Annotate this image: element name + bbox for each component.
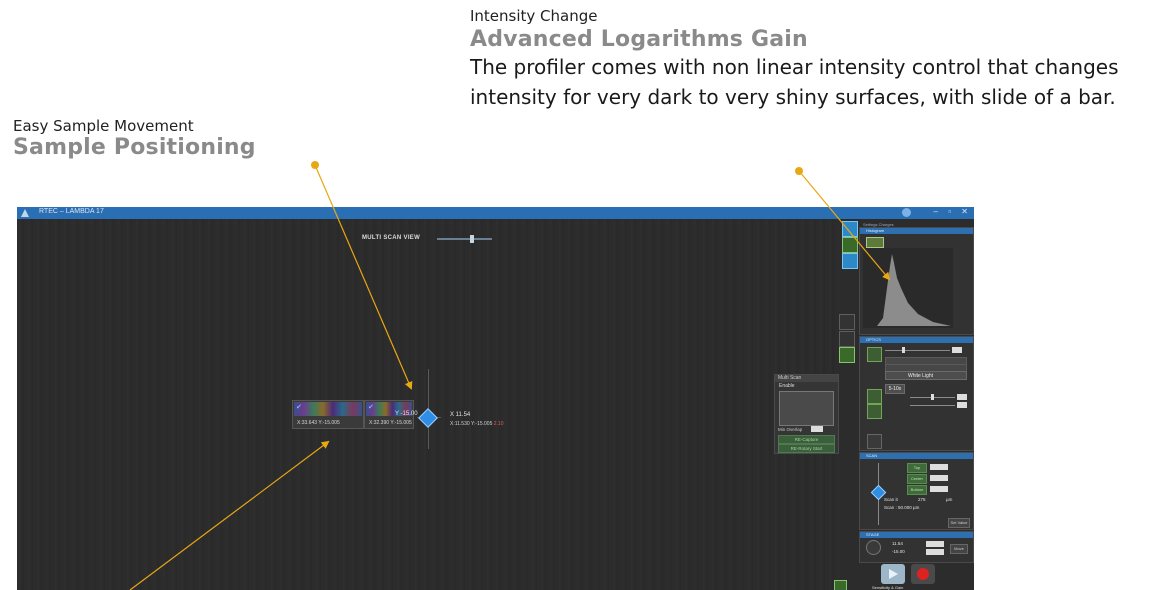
stage-y-value: -15.00	[892, 549, 905, 554]
annotation-dot	[795, 167, 803, 175]
multi-scan-panel: Multi Scan Enable Min Overlap RE-Capture…	[774, 374, 839, 454]
annotation-heading: Advanced Logarithms Gain	[470, 27, 808, 52]
settings-icon[interactable]	[867, 434, 882, 449]
footer-label: Sensitivity & Gain	[872, 585, 904, 590]
scan-tile[interactable]: ✔ X:33.643 Y:-15.005	[292, 400, 364, 429]
annotation-intensity-change: Intensity Change Advanced Logarithms Gai…	[470, 7, 1170, 112]
scan-range-label: Scan it	[884, 497, 898, 502]
histogram-panel: Settings Charges Histogram	[859, 222, 974, 335]
exposure-value-input[interactable]	[957, 402, 967, 408]
position-offset: 2.10	[493, 421, 504, 427]
enable-toggle[interactable]: Enable	[779, 383, 795, 389]
objective-icon[interactable]	[867, 389, 882, 404]
check-icon: ✔	[296, 404, 302, 411]
optics-panel: OPTICS White Light 5-10x	[859, 336, 974, 451]
scan-bottom-input[interactable]	[930, 486, 948, 492]
scan-coord: X:32.390 Y:-15.005	[369, 420, 412, 426]
multi-scan-preview	[779, 391, 834, 426]
stage-move-button[interactable]: Move	[950, 544, 968, 554]
camera-mode-icon[interactable]	[842, 221, 858, 237]
scan-range-value[interactable]: 275	[918, 497, 926, 502]
gain-slider[interactable]	[885, 350, 950, 351]
fit-view-button[interactable]	[839, 347, 855, 363]
position-xy-readout: X:11.530 Y:-15.005 2.10	[450, 421, 503, 427]
exposure-slider[interactable]	[910, 405, 955, 406]
minimize-button[interactable]: –	[934, 207, 938, 216]
stop-scan-button[interactable]	[911, 564, 935, 584]
measure-mode-icon[interactable]	[842, 237, 858, 253]
link-mode-icon[interactable]	[842, 253, 858, 269]
annotation-sample-positioning: Easy Sample Movement Sample Positioning	[13, 117, 256, 160]
title-bar: RTEC – LAMBDA 17 – ▫ ✕	[17, 207, 974, 219]
histogram-shape	[865, 254, 951, 326]
scan-image	[294, 402, 362, 416]
joystick-icon[interactable]	[866, 540, 881, 555]
app-title: RTEC – LAMBDA 17	[39, 208, 104, 215]
overlap-input[interactable]	[811, 426, 823, 432]
window-controls: – ▫ ✕	[926, 207, 968, 216]
zoom-slider[interactable]	[437, 238, 492, 240]
scan-unit: µm	[946, 497, 953, 502]
position-x-readout: X 11.54	[450, 412, 471, 418]
check-icon: ✔	[368, 404, 374, 411]
zoom-slider-handle[interactable]	[470, 235, 474, 243]
maximize-button[interactable]: ▫	[948, 207, 951, 216]
intensity-slider-handle[interactable]	[931, 394, 934, 400]
panel-header: OPTICS	[860, 337, 973, 343]
stage-position-marker[interactable]	[418, 408, 438, 428]
annotation-description: The profiler comes with non linear inten…	[470, 55, 1119, 109]
panel-header: Multi Scan	[775, 375, 838, 382]
scan-center-input[interactable]	[930, 475, 948, 481]
tool-button[interactable]	[839, 331, 855, 347]
scan-length: Scan : 50.000 µm	[884, 505, 920, 510]
scan-top-input[interactable]	[930, 464, 948, 470]
set-value-button[interactable]: Set Value	[948, 518, 970, 528]
gain-slider-handle[interactable]	[902, 347, 905, 353]
position-y-readout: Y -15.00	[395, 411, 418, 417]
stage-x-value: 11.54	[892, 541, 903, 546]
stage-panel: STAGE 11.54 -15.00 Move	[859, 531, 974, 563]
help-icon[interactable]	[902, 208, 911, 217]
recapture-button[interactable]: RE-Capture	[778, 435, 835, 444]
app-window: RTEC – LAMBDA 17 – ▫ ✕ MULTI SCAN VIEW ✔…	[17, 207, 974, 590]
panel-header: Histogram	[860, 228, 973, 234]
light-icon[interactable]	[867, 347, 882, 362]
snapshot-icon[interactable]	[834, 580, 847, 590]
app-logo-icon	[21, 209, 29, 217]
intensity-value-input[interactable]	[957, 394, 967, 400]
close-button[interactable]: ✕	[961, 207, 968, 216]
histogram-thumbnail[interactable]	[866, 237, 884, 248]
scan-bottom-button[interactable]: Bottom	[907, 485, 927, 495]
light-mode-select[interactable]: White Light	[885, 371, 967, 380]
stage-x-input[interactable]	[926, 541, 944, 547]
scan-top-button[interactable]: Top	[907, 463, 927, 473]
annotation-subtitle: Intensity Change	[470, 7, 598, 25]
annotation-subtitle: Easy Sample Movement	[13, 117, 194, 135]
gain-value-input[interactable]	[952, 347, 962, 353]
annotation-dot	[311, 161, 319, 169]
start-scan-button[interactable]	[881, 564, 905, 584]
position-xy-value: X:11.530 Y:-15.005	[450, 421, 493, 427]
view-label: MULTI SCAN VIEW	[362, 235, 421, 241]
magnification-select[interactable]: 5-10x	[885, 384, 905, 394]
scan-coord: X:33.643 Y:-15.005	[297, 420, 340, 426]
scan-center-button[interactable]: Center	[907, 474, 927, 484]
panel-tabs[interactable]: Settings Charges	[863, 222, 894, 227]
tool-button[interactable]	[839, 314, 855, 330]
stage-y-input[interactable]	[926, 549, 944, 555]
annotation-heading: Sample Positioning	[13, 135, 256, 160]
panel-header: STAGE	[860, 532, 973, 538]
histogram-chart	[863, 248, 953, 328]
panel-header: SCAN	[860, 453, 973, 459]
overlap-label: Min Overlap	[778, 427, 803, 432]
rotary-start-button[interactable]: RE-Rotary Start	[778, 444, 835, 453]
power-icon[interactable]	[867, 404, 882, 419]
scan-panel: SCAN Top Center Bottom Scan it 275 µm Sc…	[859, 452, 974, 530]
multi-scan-viewport[interactable]: MULTI SCAN VIEW ✔ X:33.643 Y:-15.005 ✔ X…	[17, 219, 855, 590]
